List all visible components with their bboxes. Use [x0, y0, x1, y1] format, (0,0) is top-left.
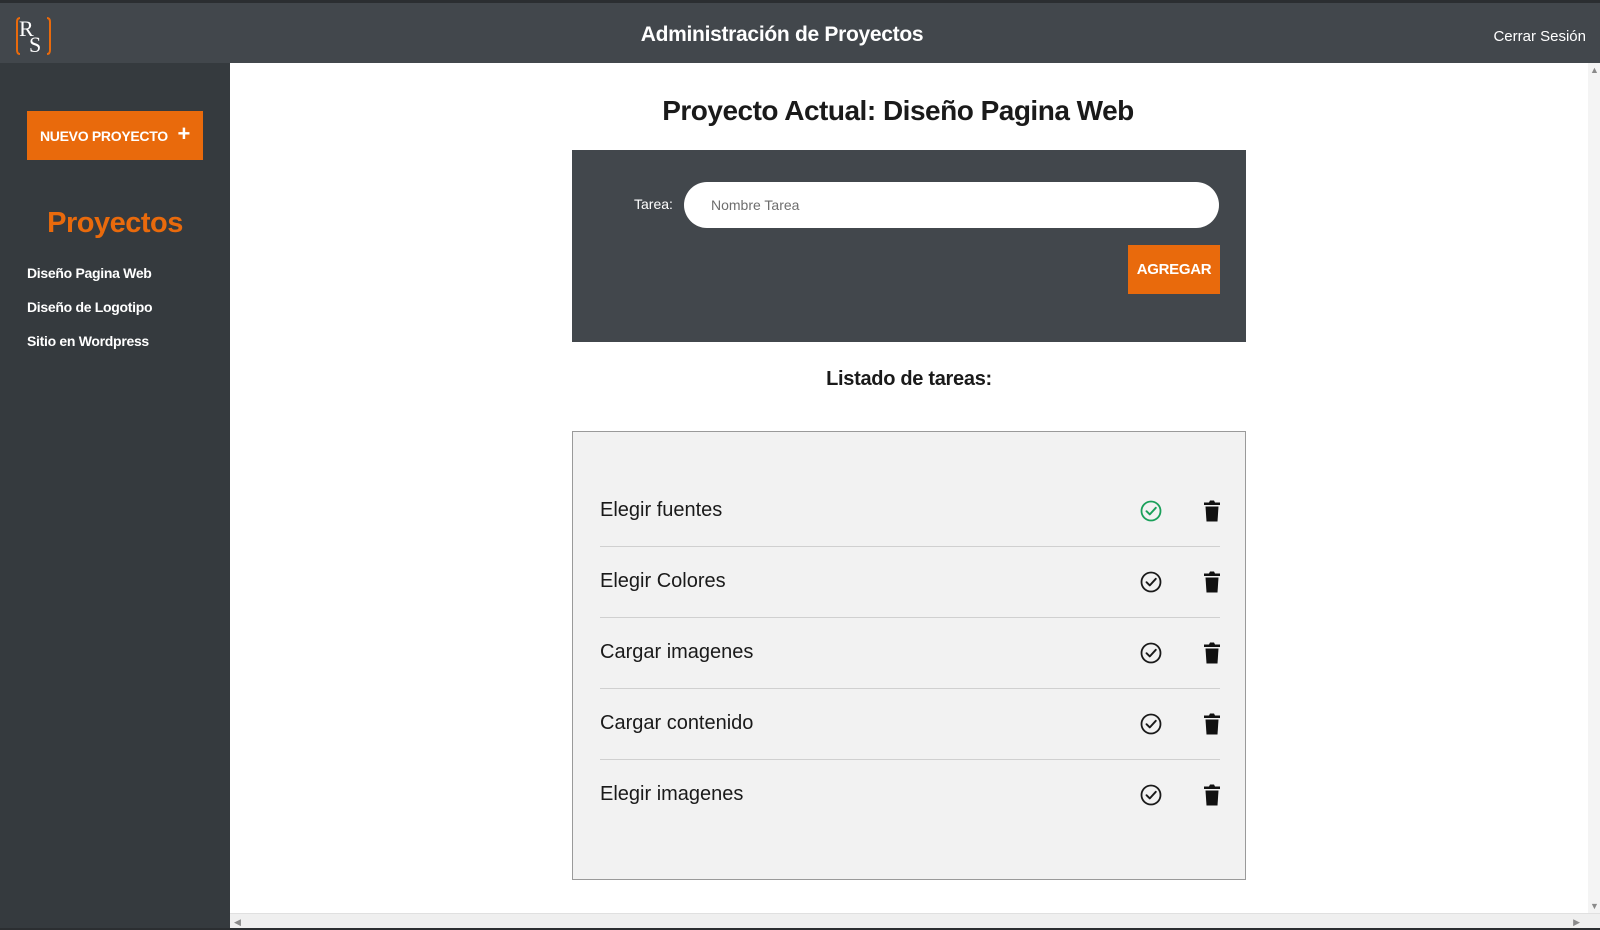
- vertical-scrollbar[interactable]: ▲ ▼: [1588, 63, 1600, 913]
- trash-icon[interactable]: [1203, 641, 1221, 665]
- task-row: Cargar contenido: [600, 689, 1220, 760]
- new-task-form: Tarea: AGREGAR: [572, 150, 1246, 342]
- check-pending-icon[interactable]: [1140, 642, 1162, 664]
- new-project-label: NUEVO PROYECTO: [40, 127, 168, 144]
- task-name: Cargar imagenes: [600, 641, 754, 663]
- task-list-title: Listado de tareas:: [826, 368, 992, 390]
- current-project-label: Proyecto Actual:: [662, 95, 876, 126]
- trash-icon[interactable]: [1203, 570, 1221, 594]
- scroll-down-icon[interactable]: ▼: [1590, 901, 1599, 911]
- task-name-input[interactable]: [684, 182, 1219, 228]
- sidebar-item-sitio-en-wordpress[interactable]: Sitio en Wordpress: [27, 331, 152, 365]
- trash-icon[interactable]: [1203, 712, 1221, 736]
- sidebar: NUEVO PROYECTO + Proyectos Diseño Pagina…: [0, 63, 230, 930]
- task-panel: Elegir fuentes Elegir Colores Cargar image…: [572, 431, 1246, 880]
- main-content: Proyecto Actual: Diseño Pagina Web Tarea…: [230, 63, 1600, 930]
- task-row: Elegir fuentes: [600, 476, 1220, 547]
- trash-icon[interactable]: [1203, 499, 1221, 523]
- task-row: Elegir imagenes: [600, 760, 1220, 831]
- projects-heading: Proyectos: [47, 207, 183, 239]
- check-pending-icon[interactable]: [1140, 784, 1162, 806]
- trash-icon[interactable]: [1203, 783, 1221, 807]
- page-title: Proyecto Actual: Diseño Pagina Web: [560, 95, 1236, 127]
- app-title: Administración de Proyectos: [640, 23, 924, 46]
- scroll-up-icon[interactable]: ▲: [1590, 65, 1599, 75]
- task-list: Elegir fuentes Elegir Colores Cargar image…: [600, 476, 1220, 831]
- project-list: Diseño Pagina Web Diseño de Logotipo Sit…: [27, 263, 153, 365]
- new-project-button[interactable]: NUEVO PROYECTO +: [27, 111, 203, 160]
- add-task-button[interactable]: AGREGAR: [1128, 245, 1220, 294]
- plus-icon: +: [177, 121, 190, 146]
- logout-link[interactable]: Cerrar Sesión: [1493, 28, 1586, 45]
- task-name: Elegir imagenes: [600, 783, 744, 805]
- scroll-left-icon[interactable]: ◀: [234, 917, 241, 928]
- sidebar-item-diseno-pagina-web[interactable]: Diseño Pagina Web: [27, 263, 152, 297]
- top-header: R S Administración de Proyectos Cerrar S…: [0, 0, 1600, 63]
- check-complete-icon[interactable]: [1140, 500, 1162, 522]
- task-name: Elegir Colores: [600, 570, 726, 592]
- task-row: Elegir Colores: [600, 547, 1220, 618]
- task-name: Elegir fuentes: [600, 499, 723, 521]
- task-label: Tarea:: [634, 196, 673, 212]
- task-row: Cargar imagenes: [600, 618, 1220, 689]
- sidebar-item-diseno-de-logotipo[interactable]: Diseño de Logotipo: [27, 297, 153, 331]
- task-name: Cargar contenido: [600, 712, 754, 734]
- check-pending-icon[interactable]: [1140, 713, 1162, 735]
- check-pending-icon[interactable]: [1140, 571, 1162, 593]
- scroll-right-icon[interactable]: ▶: [1573, 917, 1580, 928]
- current-project-name: Diseño Pagina Web: [882, 95, 1134, 126]
